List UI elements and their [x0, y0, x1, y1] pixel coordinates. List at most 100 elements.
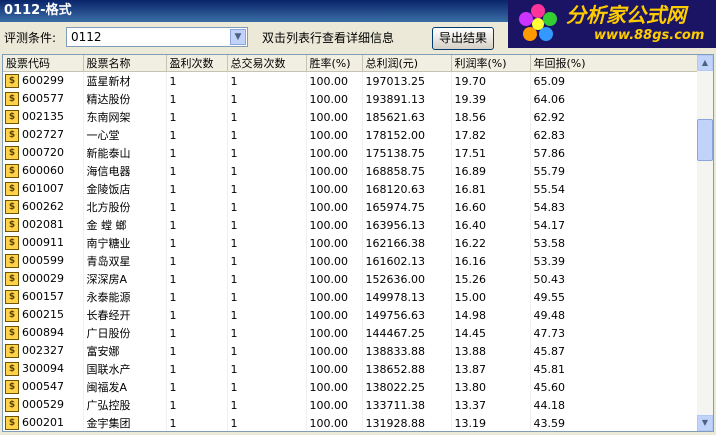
table-cell: $600299	[3, 71, 84, 90]
table-cell: 54.83	[530, 198, 699, 216]
table-cell: 100.00	[306, 306, 363, 324]
stock-code: 002327	[22, 344, 64, 357]
column-header[interactable]: 年回报(%)	[530, 55, 699, 72]
table-cell: 1	[227, 270, 307, 288]
table-cell: 1	[227, 252, 307, 270]
table-cell: 1	[166, 378, 228, 396]
table-row[interactable]: $000029 深深房A 1 1 100.00 152636.00 15.26 50.43	[3, 270, 699, 288]
table-cell: 44.18	[530, 396, 699, 414]
results-grid: 股票代码 股票名称 盈利次数 总交易次数 胜率(%) 总利润(元) 利润率(%) 年回报(%)…	[3, 55, 699, 431]
stock-code: 002727	[22, 128, 64, 141]
table-cell: 17.51	[451, 144, 531, 162]
column-header[interactable]: 股票名称	[83, 55, 167, 72]
table-cell: 1	[166, 234, 228, 252]
scroll-thumb[interactable]	[697, 119, 713, 161]
stock-icon: $	[5, 272, 19, 286]
table-cell: 1	[227, 144, 307, 162]
criteria-label: 评测条件:	[4, 31, 57, 45]
criteria-value: 0112	[71, 30, 102, 44]
table-cell: 133711.38	[362, 396, 452, 414]
column-header[interactable]: 总利润(元)	[362, 55, 452, 72]
column-header[interactable]: 盈利次数	[166, 55, 228, 72]
table-row[interactable]: $601007 金陵饭店 1 1 100.00 168120.63 16.81 55.54	[3, 180, 699, 198]
table-cell: 45.81	[530, 360, 699, 378]
table-row[interactable]: $000599 青岛双星 1 1 100.00 161602.13 16.16 53.39	[3, 252, 699, 270]
table-cell: 45.60	[530, 378, 699, 396]
table-row[interactable]: $002081 金 螳 螂 1 1 100.00 163956.13 16.40 54.17	[3, 216, 699, 234]
table-row[interactable]: $600299 蓝星新材 1 1 100.00 197013.25 19.70 65.09	[3, 71, 699, 90]
table-cell: $000911	[3, 234, 84, 252]
table-cell: 100.00	[306, 198, 363, 216]
stock-icon: $	[5, 344, 19, 358]
table-row[interactable]: $300094 国联水产 1 1 100.00 138652.88 13.87 45.81	[3, 360, 699, 378]
column-header[interactable]: 股票代码	[3, 55, 84, 72]
table-row[interactable]: $600894 广日股份 1 1 100.00 144467.25 14.45 47.73	[3, 324, 699, 342]
table-cell: 13.88	[451, 342, 531, 360]
results-table[interactable]: 股票代码 股票名称 盈利次数 总交易次数 胜率(%) 总利润(元) 利润率(%) 年回报(%)…	[2, 54, 714, 432]
table-cell: 1	[227, 396, 307, 414]
table-cell: 深深房A	[83, 270, 167, 288]
toolbar: 评测条件: 0112 ▼ 双击列表行查看详细信息 导出结果	[0, 22, 716, 54]
table-row[interactable]: $000547 闽福发A 1 1 100.00 138022.25 13.80 45.60	[3, 378, 699, 396]
table-row[interactable]: $002135 东南网架 1 1 100.00 185621.63 18.56 62.92	[3, 108, 699, 126]
table-row[interactable]: $002727 一心堂 1 1 100.00 178152.00 17.82 62.83	[3, 126, 699, 144]
table-cell: 闽福发A	[83, 378, 167, 396]
column-header[interactable]: 利润率(%)	[451, 55, 531, 72]
table-cell: 100.00	[306, 144, 363, 162]
table-row[interactable]: $000911 南宁糖业 1 1 100.00 162166.38 16.22 53.58	[3, 234, 699, 252]
table-cell: 100.00	[306, 71, 363, 90]
table-cell: 168858.75	[362, 162, 452, 180]
table-cell: 18.56	[451, 108, 531, 126]
stock-code: 601007	[22, 182, 64, 195]
table-cell: 国联水产	[83, 360, 167, 378]
column-header[interactable]: 总交易次数	[227, 55, 307, 72]
table-cell: $600157	[3, 288, 84, 306]
table-cell: 193891.13	[362, 90, 452, 108]
table-row[interactable]: $000720 新能泰山 1 1 100.00 175138.75 17.51 57.86	[3, 144, 699, 162]
table-cell: 138652.88	[362, 360, 452, 378]
table-row[interactable]: $600577 精达股份 1 1 100.00 193891.13 19.39 64.06	[3, 90, 699, 108]
table-cell: 1	[166, 71, 228, 90]
table-cell: 永泰能源	[83, 288, 167, 306]
table-cell: 13.80	[451, 378, 531, 396]
table-row[interactable]: $600215 长春经开 1 1 100.00 149756.63 14.98 49.48	[3, 306, 699, 324]
criteria-select[interactable]: 0112 ▼	[66, 27, 248, 47]
window-title: 0112-格式	[4, 3, 72, 18]
chevron-down-icon[interactable]: ▼	[230, 29, 246, 45]
table-cell: 62.83	[530, 126, 699, 144]
table-cell: 1	[166, 324, 228, 342]
stock-code: 000599	[22, 254, 64, 267]
table-row[interactable]: $002327 富安娜 1 1 100.00 138833.88 13.88 45.87	[3, 342, 699, 360]
table-row[interactable]: $000529 广弘控股 1 1 100.00 133711.38 13.37 44.18	[3, 396, 699, 414]
table-cell: 53.58	[530, 234, 699, 252]
table-cell: 162166.38	[362, 234, 452, 252]
table-cell: 1	[166, 252, 228, 270]
scroll-up-icon[interactable]: ▲	[697, 55, 713, 71]
stock-code: 000529	[22, 398, 64, 411]
table-cell: 49.55	[530, 288, 699, 306]
table-cell: 13.19	[451, 414, 531, 431]
table-cell: 1	[166, 126, 228, 144]
table-cell: 16.16	[451, 252, 531, 270]
column-header[interactable]: 胜率(%)	[306, 55, 363, 72]
stock-icon: $	[5, 200, 19, 214]
scroll-down-icon[interactable]: ▼	[697, 415, 713, 431]
table-cell: 55.79	[530, 162, 699, 180]
table-cell: 1	[227, 126, 307, 144]
table-cell: $000599	[3, 252, 84, 270]
table-cell: 185621.63	[362, 108, 452, 126]
vertical-scrollbar[interactable]: ▲ ▼	[697, 55, 713, 431]
table-row[interactable]: $600201 金宇集团 1 1 100.00 131928.88 13.19 43.59	[3, 414, 699, 431]
table-row[interactable]: $600262 北方股份 1 1 100.00 165974.75 16.60 54.83	[3, 198, 699, 216]
export-button[interactable]: 导出结果	[432, 27, 494, 50]
table-cell: 49.48	[530, 306, 699, 324]
table-row[interactable]: $600157 永泰能源 1 1 100.00 149978.13 15.00 49.55	[3, 288, 699, 306]
stock-code: 000547	[22, 380, 64, 393]
stock-icon: $	[5, 416, 19, 430]
table-cell: 53.39	[530, 252, 699, 270]
table-cell: 178152.00	[362, 126, 452, 144]
table-row[interactable]: $600060 海信电器 1 1 100.00 168858.75 16.89 55.79	[3, 162, 699, 180]
table-cell: 长春经开	[83, 306, 167, 324]
table-cell: 蓝星新材	[83, 71, 167, 90]
table-cell: 16.89	[451, 162, 531, 180]
